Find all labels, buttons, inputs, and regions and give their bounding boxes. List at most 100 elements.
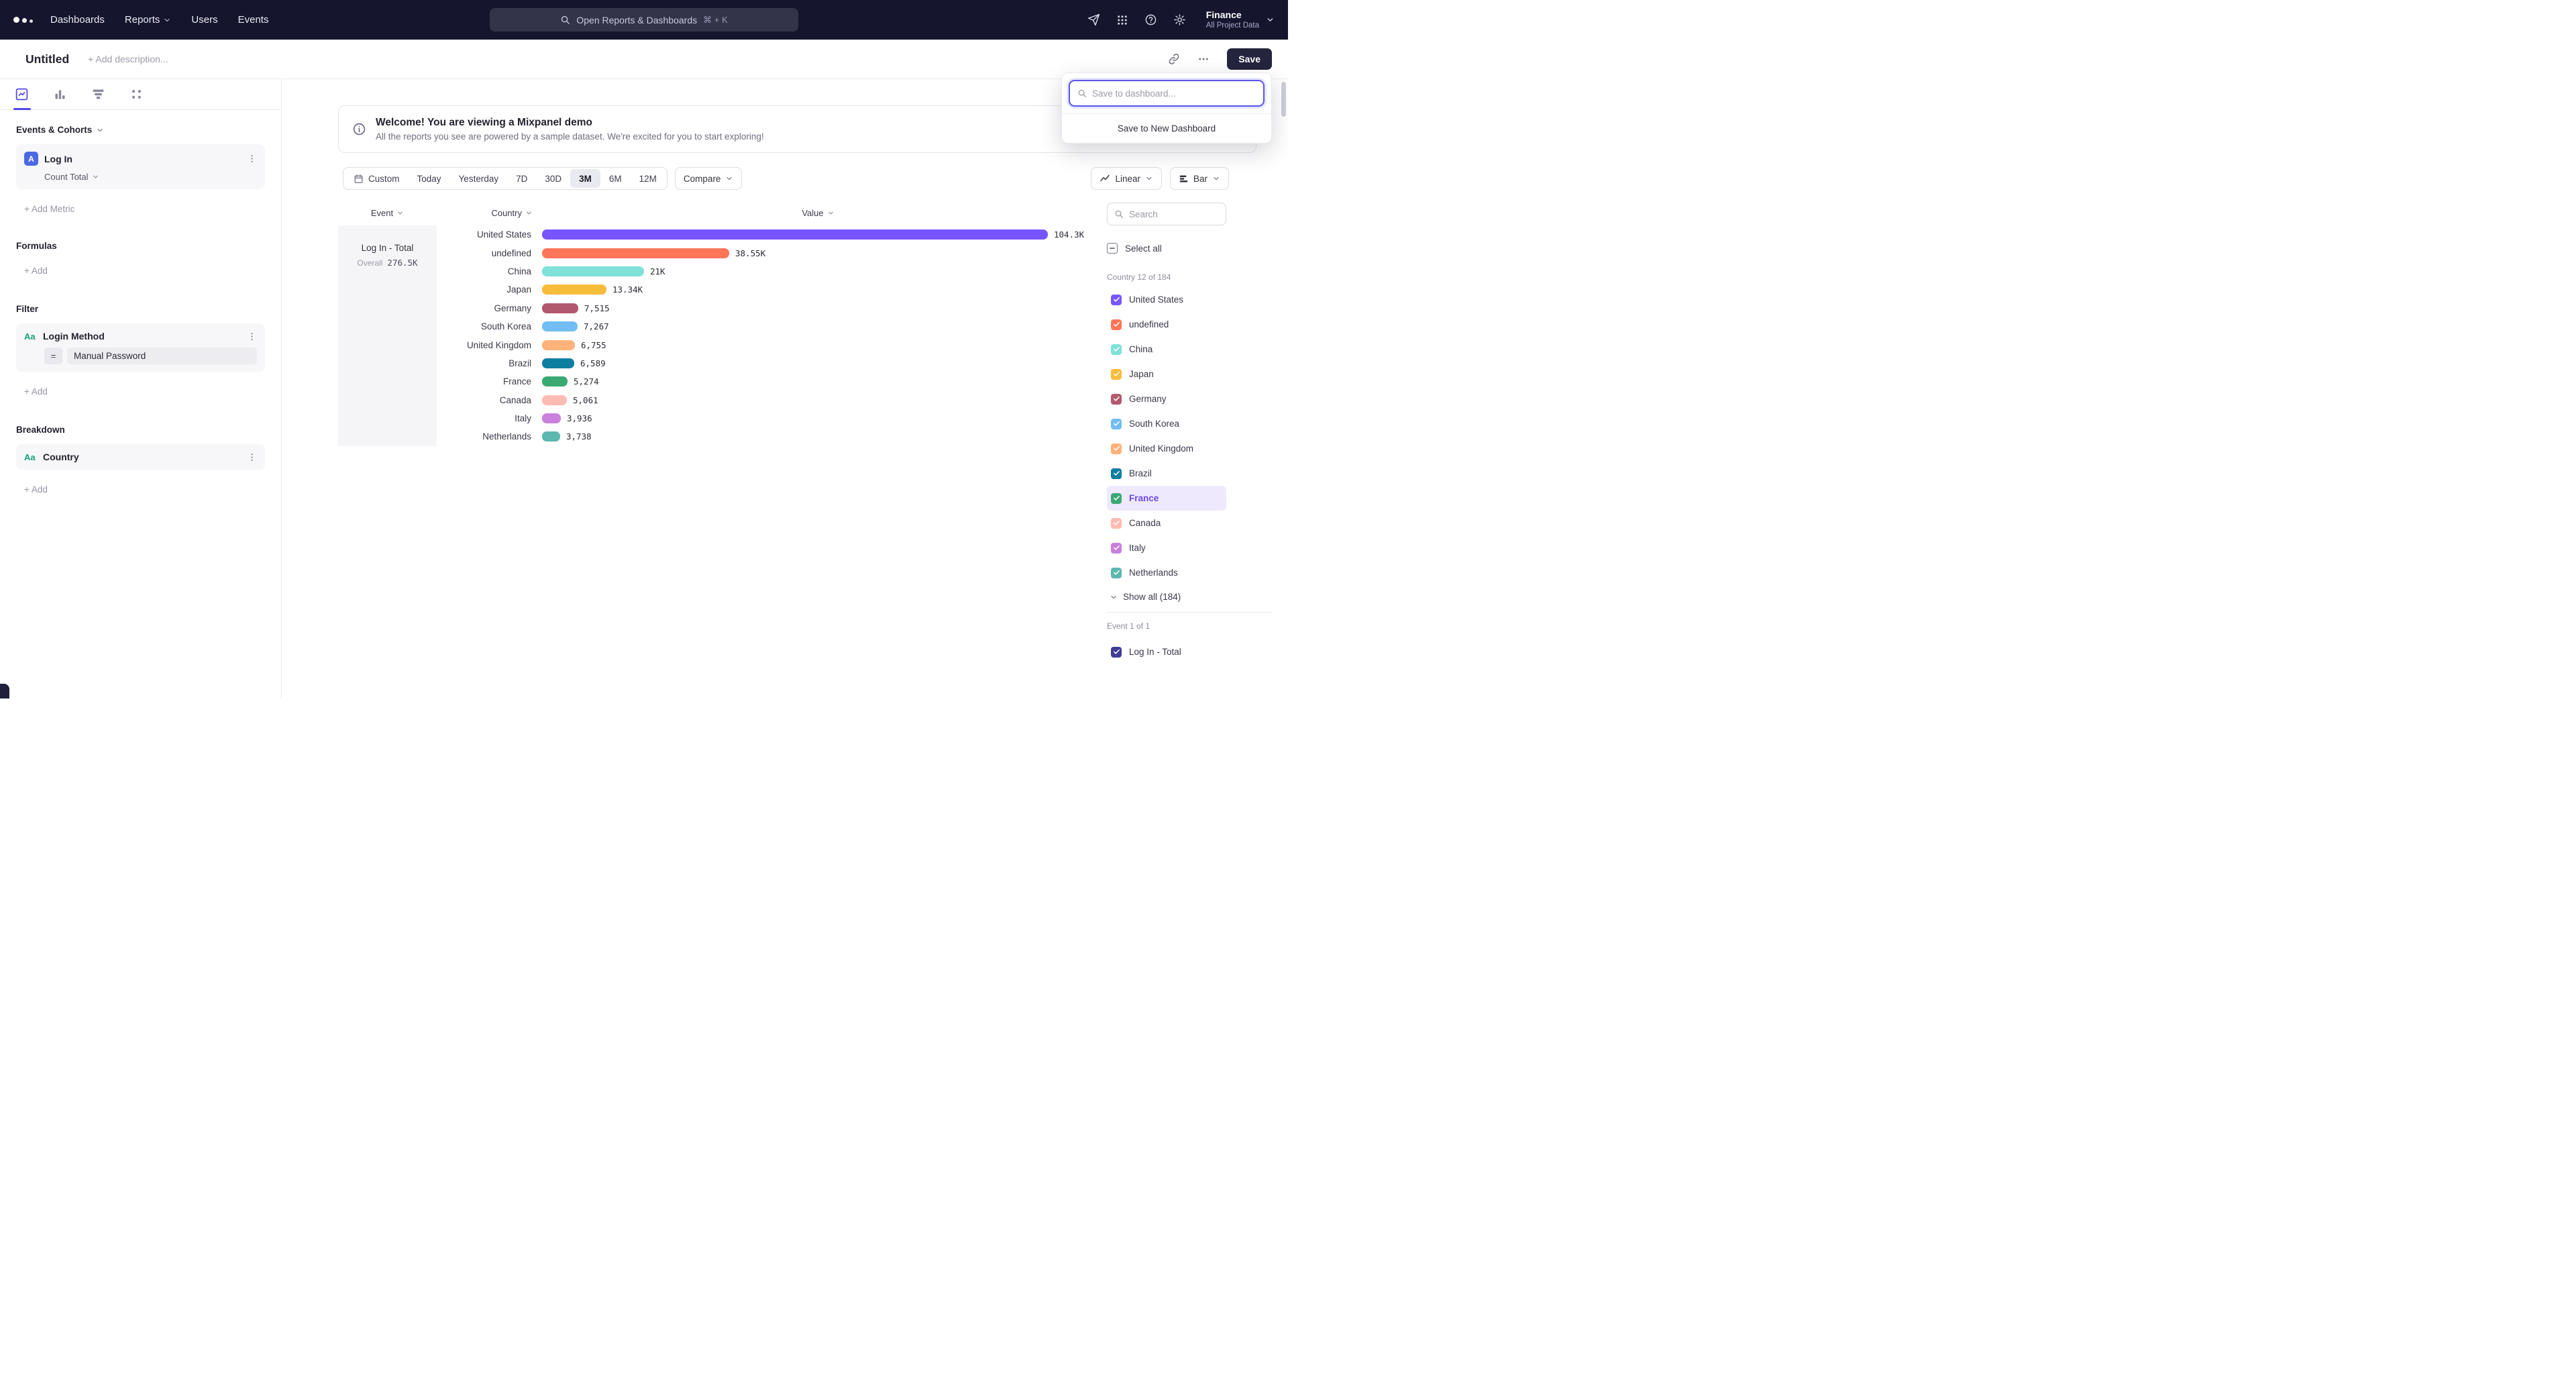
report-title[interactable]: Untitled	[25, 52, 69, 66]
events-cohorts-heading[interactable]: Events & Cohorts	[16, 125, 265, 135]
breakdown-card-country[interactable]: Aa Country	[16, 444, 265, 470]
bar[interactable]	[542, 340, 575, 350]
save-dashboard-search-input[interactable]: Save to dashboard...	[1069, 80, 1265, 107]
report-description-placeholder[interactable]: + Add description...	[88, 54, 168, 64]
tab-funnel[interactable]	[91, 79, 105, 109]
legend-item-china[interactable]: China	[1107, 337, 1226, 362]
scrollbar-thumb[interactable]	[1281, 82, 1286, 117]
send-icon[interactable]	[1087, 13, 1100, 26]
legend-checkbox[interactable]	[1111, 344, 1122, 355]
bar-category-label[interactable]: Netherlands	[437, 431, 541, 442]
kebab-menu-icon[interactable]	[247, 452, 257, 462]
tab-insights-chart[interactable]	[15, 79, 29, 109]
preset-3m[interactable]: 3M	[570, 169, 600, 188]
bar-category-label[interactable]: Japan	[437, 284, 541, 295]
column-header-event[interactable]: Event	[338, 208, 437, 218]
metric-card-log-in[interactable]: A Log In Count Total	[16, 144, 265, 189]
legend-checkbox[interactable]	[1111, 468, 1122, 479]
preset-custom[interactable]: Custom	[345, 169, 409, 188]
indeterminate-checkbox[interactable]	[1107, 243, 1118, 254]
chart-type-selector[interactable]: Bar	[1170, 167, 1229, 190]
legend-checkbox[interactable]	[1111, 518, 1122, 529]
preset-12m[interactable]: 12M	[631, 169, 665, 188]
bar[interactable]	[542, 229, 1048, 240]
legend-item-germany[interactable]: Germany	[1107, 386, 1226, 411]
legend-checkbox[interactable]	[1111, 543, 1122, 554]
filter-operator[interactable]: =	[44, 348, 62, 364]
project-switcher[interactable]: Finance All Project Data	[1206, 9, 1275, 30]
legend-checkbox[interactable]	[1111, 319, 1122, 330]
legend-search-input[interactable]: Search	[1107, 203, 1226, 225]
bar-category-label[interactable]: undefined	[437, 248, 541, 258]
legend-item-united-states[interactable]: United States	[1107, 287, 1226, 312]
preset-today[interactable]: Today	[409, 169, 450, 188]
legend-checkbox[interactable]	[1111, 295, 1122, 305]
select-all-checkbox-row[interactable]: Select all	[1107, 243, 1288, 254]
add-formula-link[interactable]: + Add	[24, 266, 265, 276]
nav-item-users[interactable]: Users	[191, 14, 217, 25]
legend-item-japan[interactable]: Japan	[1107, 362, 1226, 386]
bar[interactable]	[542, 248, 729, 258]
line-style-selector[interactable]: Linear	[1091, 167, 1162, 190]
compare-button[interactable]: Compare	[675, 167, 743, 190]
bar-category-label[interactable]: United Kingdom	[437, 340, 541, 350]
nav-item-reports[interactable]: Reports	[125, 14, 172, 25]
legend-checkbox[interactable]	[1111, 568, 1122, 578]
preset-6m[interactable]: 6M	[600, 169, 631, 188]
bar-category-label[interactable]: France	[437, 376, 541, 386]
bar[interactable]	[542, 284, 606, 295]
legend-item-italy[interactable]: Italy	[1107, 535, 1226, 560]
save-to-new-dashboard-option[interactable]: Save to New Dashboard	[1062, 113, 1271, 143]
bar[interactable]	[542, 303, 578, 313]
bar-category-label[interactable]: South Korea	[437, 321, 541, 331]
add-breakdown-link[interactable]: + Add	[24, 484, 265, 495]
bar-category-label[interactable]: China	[437, 266, 541, 276]
bar[interactable]	[542, 376, 568, 386]
nav-item-events[interactable]: Events	[238, 14, 269, 25]
preset-30d[interactable]: 30D	[536, 169, 570, 188]
bar[interactable]	[542, 321, 578, 331]
bar-category-label[interactable]: Canada	[437, 395, 541, 405]
bar[interactable]	[542, 431, 560, 442]
bar[interactable]	[542, 358, 574, 368]
legend-item-undefined[interactable]: undefined	[1107, 312, 1226, 337]
legend-checkbox[interactable]	[1111, 394, 1122, 405]
legend-item-canada[interactable]: Canada	[1107, 511, 1226, 535]
add-filter-link[interactable]: + Add	[24, 386, 265, 397]
legend-checkbox[interactable]	[1111, 444, 1122, 454]
filter-value-field[interactable]: Manual Password	[67, 348, 257, 364]
legend-checkbox[interactable]	[1111, 369, 1122, 380]
tab-bar-chart[interactable]	[53, 79, 67, 109]
help-icon[interactable]	[1144, 13, 1157, 26]
nav-item-dashboards[interactable]: Dashboards	[50, 14, 105, 25]
legend-item-france[interactable]: France	[1107, 486, 1226, 511]
legend-item-united-kingdom[interactable]: United Kingdom	[1107, 436, 1226, 461]
mixpanel-logo[interactable]	[13, 17, 33, 23]
filter-card-login-method[interactable]: Aa Login Method = Manual Password	[16, 323, 265, 372]
copy-link-icon[interactable]	[1168, 53, 1180, 65]
legend-item-event[interactable]: Log In - Total	[1107, 639, 1226, 664]
bar-category-label[interactable]: Italy	[437, 413, 541, 423]
bar[interactable]	[542, 395, 567, 405]
column-header-country[interactable]: Country	[437, 208, 541, 218]
event-checkbox[interactable]	[1111, 647, 1122, 658]
save-button[interactable]: Save	[1227, 48, 1272, 70]
kebab-menu-icon[interactable]	[247, 331, 257, 342]
legend-checkbox[interactable]	[1111, 419, 1122, 429]
bar[interactable]	[542, 266, 644, 276]
tab-metric-grid[interactable]	[129, 79, 144, 109]
preset-7d[interactable]: 7D	[507, 169, 536, 188]
legend-item-south-korea[interactable]: South Korea	[1107, 411, 1226, 436]
bar[interactable]	[542, 413, 561, 423]
legend-checkbox[interactable]	[1111, 493, 1122, 504]
event-series-cell[interactable]: Log In - Total Overall 276.5K	[338, 225, 437, 446]
aggregation-selector[interactable]: Count Total	[44, 172, 257, 182]
show-all-toggle[interactable]: Show all (184)	[1107, 592, 1288, 602]
legend-item-brazil[interactable]: Brazil	[1107, 461, 1226, 486]
legend-item-netherlands[interactable]: Netherlands	[1107, 560, 1226, 585]
column-header-value[interactable]: Value	[541, 208, 1095, 218]
apps-grid-icon[interactable]	[1116, 14, 1128, 26]
kebab-menu-icon[interactable]	[247, 154, 257, 164]
bar-category-label[interactable]: United States	[437, 229, 541, 240]
settings-gear-icon[interactable]	[1173, 13, 1186, 26]
